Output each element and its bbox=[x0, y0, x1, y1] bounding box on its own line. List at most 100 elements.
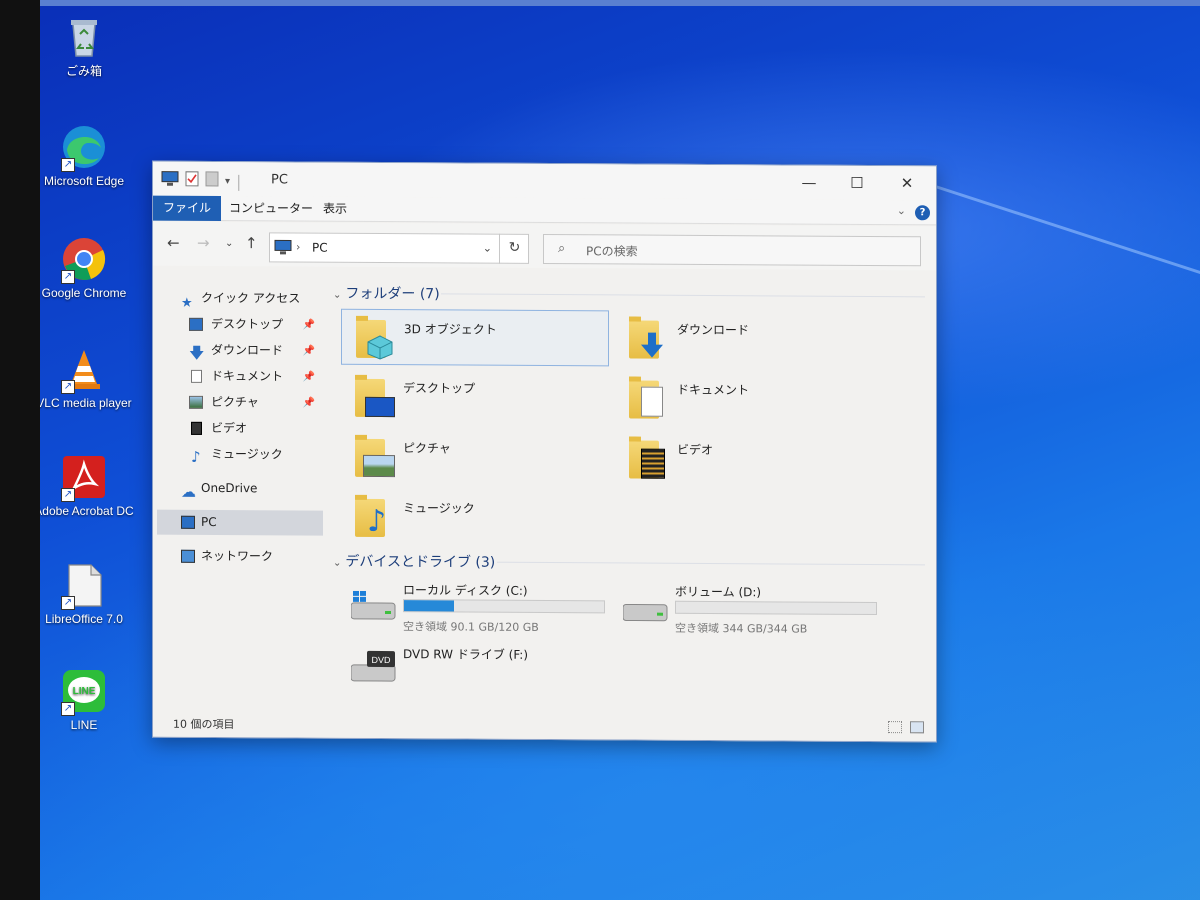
desktop-icon-vlc[interactable]: ↗ VLC media player bbox=[40, 346, 134, 411]
sidebar-item-onedrive[interactable]: ☁ OneDrive bbox=[157, 476, 323, 502]
sidebar-item-network[interactable]: ネットワーク bbox=[157, 544, 323, 570]
music-note-icon: ♪ bbox=[191, 447, 201, 466]
breadcrumb-chevron-icon[interactable]: › bbox=[296, 240, 300, 253]
minimize-button[interactable]: — bbox=[786, 169, 832, 195]
pin-icon[interactable]: 📌 bbox=[303, 339, 315, 364]
shortcut-arrow-icon: ↗ bbox=[61, 158, 75, 172]
desktop-icon-edge[interactable]: ↗ Microsoft Edge bbox=[40, 124, 134, 189]
folder-videos[interactable]: ビデオ bbox=[615, 430, 883, 488]
drive-label: ボリューム (D:) bbox=[675, 584, 762, 600]
sidebar-item-documents[interactable]: ドキュメント 📌 bbox=[157, 364, 323, 390]
sidebar-item-label: ドキュメント bbox=[211, 368, 284, 384]
title-bar[interactable]: ▾ | PC — ☐ ✕ bbox=[153, 161, 936, 201]
chrome-icon: ↗ bbox=[61, 236, 107, 284]
3d-objects-folder-icon bbox=[356, 316, 398, 360]
collapse-chevron-icon[interactable]: ⌄ bbox=[333, 558, 341, 569]
pin-icon[interactable]: 📌 bbox=[303, 313, 315, 338]
new-folder-icon[interactable] bbox=[205, 171, 219, 191]
sidebar-item-videos[interactable]: ビデオ bbox=[157, 416, 323, 442]
folders-group-header[interactable]: ⌄ フォルダー (7) bbox=[333, 283, 440, 304]
sidebar-item-label: ピクチャ bbox=[211, 394, 259, 410]
drive-label: DVD RW ドライブ (F:) bbox=[403, 647, 529, 662]
star-icon: ★ bbox=[181, 295, 193, 311]
tab-file[interactable]: ファイル bbox=[153, 195, 222, 222]
pin-icon[interactable]: 📌 bbox=[303, 365, 315, 390]
drive-c[interactable]: ローカル ディスク (C:) 空き領域 90.1 GB/120 GB bbox=[341, 577, 611, 635]
folder-pictures[interactable]: ピクチャ bbox=[341, 429, 609, 487]
folder-label: ミュージック bbox=[403, 501, 475, 516]
navigation-bar: ← → ⌄ ↑ › PC ⌄ ↻ ⌕ PCの検索 bbox=[153, 221, 936, 271]
search-icon: ⌕ bbox=[558, 241, 566, 257]
address-dropdown-icon[interactable]: ⌄ bbox=[483, 242, 492, 255]
collapse-chevron-icon[interactable]: ⌄ bbox=[333, 290, 341, 301]
vlc-icon: ↗ bbox=[61, 346, 107, 394]
download-arrow-icon: 🡇 bbox=[189, 343, 205, 362]
refresh-icon: ↻ bbox=[508, 239, 521, 256]
back-arrow-icon[interactable]: ← bbox=[167, 234, 180, 252]
sidebar-item-label: ダウンロード bbox=[211, 342, 284, 358]
desktop-folder-icon bbox=[189, 317, 203, 331]
sidebar-item-label: ネットワーク bbox=[201, 548, 274, 564]
address-bar[interactable]: › PC ⌄ bbox=[269, 232, 529, 264]
file-explorer-window: ▾ | PC — ☐ ✕ ファイル コンピューター 表示 ⌄ ? ← → ⌄ ↑… bbox=[152, 160, 937, 743]
tab-computer[interactable]: コンピューター bbox=[219, 196, 323, 222]
desktop-icon-line[interactable]: LINE ↗ LINE bbox=[40, 668, 134, 733]
desktop-icon-label: ごみ箱 bbox=[65, 64, 102, 78]
details-view-icon[interactable] bbox=[888, 721, 902, 734]
network-icon bbox=[181, 549, 195, 563]
folder-desktop[interactable]: デスクトップ bbox=[341, 369, 609, 427]
maximize-button[interactable]: ☐ bbox=[834, 170, 880, 196]
drive-d[interactable]: ボリューム (D:) 空き領域 344 GB/344 GB bbox=[613, 578, 883, 636]
local-disk-icon bbox=[350, 590, 397, 620]
recent-locations-icon[interactable]: ⌄ bbox=[225, 238, 233, 249]
sidebar-item-music[interactable]: ♪ ミュージック bbox=[157, 442, 323, 468]
expand-ribbon-icon[interactable]: ⌄ bbox=[897, 204, 906, 217]
close-button[interactable]: ✕ bbox=[884, 170, 930, 196]
desktop-icon-libreoffice[interactable]: ↗ LibreOffice 7.0 bbox=[40, 562, 134, 627]
properties-icon[interactable] bbox=[185, 171, 199, 191]
refresh-button[interactable]: ↻ bbox=[499, 233, 529, 264]
sidebar-item-pictures[interactable]: ピクチャ 📌 bbox=[157, 390, 323, 416]
drive-usage-bar bbox=[403, 599, 605, 614]
folder-label: デスクトップ bbox=[403, 381, 476, 396]
sidebar-item-label: PC bbox=[201, 514, 217, 529]
group-title: デバイスとドライブ (3) bbox=[345, 553, 496, 571]
address-path[interactable]: PC bbox=[312, 241, 328, 255]
pin-icon[interactable]: 📌 bbox=[303, 391, 315, 416]
tab-view[interactable]: 表示 bbox=[313, 197, 357, 222]
search-box[interactable]: ⌕ PCの検索 bbox=[543, 233, 921, 267]
recycle-bin-icon bbox=[61, 14, 107, 60]
desktop-icon-recycle-bin[interactable]: ごみ箱 bbox=[40, 14, 134, 79]
downloads-folder-icon bbox=[629, 317, 671, 361]
customize-toolbar-icon[interactable]: ▾ bbox=[225, 176, 230, 187]
folder-3d-objects[interactable]: 3D オブジェクト bbox=[341, 308, 609, 367]
computer-icon bbox=[181, 515, 195, 529]
toolbar-divider: | bbox=[236, 171, 242, 191]
help-icon[interactable]: ? bbox=[915, 205, 930, 221]
up-arrow-icon[interactable]: ↑ bbox=[245, 234, 258, 252]
dvd-drive-icon: DVD bbox=[350, 649, 397, 682]
sidebar-item-pc[interactable]: PC bbox=[157, 509, 323, 536]
desktop-icon-chrome[interactable]: ↗ Google Chrome bbox=[40, 236, 134, 301]
computer-icon bbox=[274, 239, 292, 258]
sidebar-item-desktop[interactable]: デスクトップ 📌 bbox=[157, 312, 323, 338]
status-bar: 10 個の項目 bbox=[153, 710, 936, 742]
devices-group-header[interactable]: ⌄ デバイスとドライブ (3) bbox=[333, 551, 495, 572]
libreoffice-icon: ↗ bbox=[61, 562, 107, 610]
forward-arrow-icon[interactable]: → bbox=[197, 234, 210, 252]
folder-label: 3D オブジェクト bbox=[404, 322, 497, 337]
drive-usage-fill bbox=[404, 600, 454, 612]
music-folder-icon: ♪ bbox=[355, 495, 397, 539]
folder-downloads[interactable]: ダウンロード bbox=[615, 310, 883, 368]
search-placeholder: PCの検索 bbox=[586, 244, 638, 259]
sidebar-item-quick-access[interactable]: ★ クイック アクセス bbox=[157, 286, 323, 312]
sidebar-item-label: ビデオ bbox=[211, 420, 248, 436]
large-icons-view-icon[interactable] bbox=[910, 721, 924, 734]
folder-documents[interactable]: ドキュメント bbox=[615, 370, 883, 428]
desktop-icon-acrobat[interactable]: ↗ Adobe Acrobat DC bbox=[40, 454, 134, 519]
desktop-folder-icon bbox=[355, 375, 397, 419]
drive-f[interactable]: DVD DVD RW ドライブ (F:) bbox=[341, 641, 611, 699]
folder-music[interactable]: ♪ ミュージック bbox=[341, 489, 609, 547]
ribbon: ファイル コンピューター 表示 ⌄ ? bbox=[153, 195, 936, 226]
sidebar-item-downloads[interactable]: 🡇 ダウンロード 📌 bbox=[157, 338, 323, 364]
